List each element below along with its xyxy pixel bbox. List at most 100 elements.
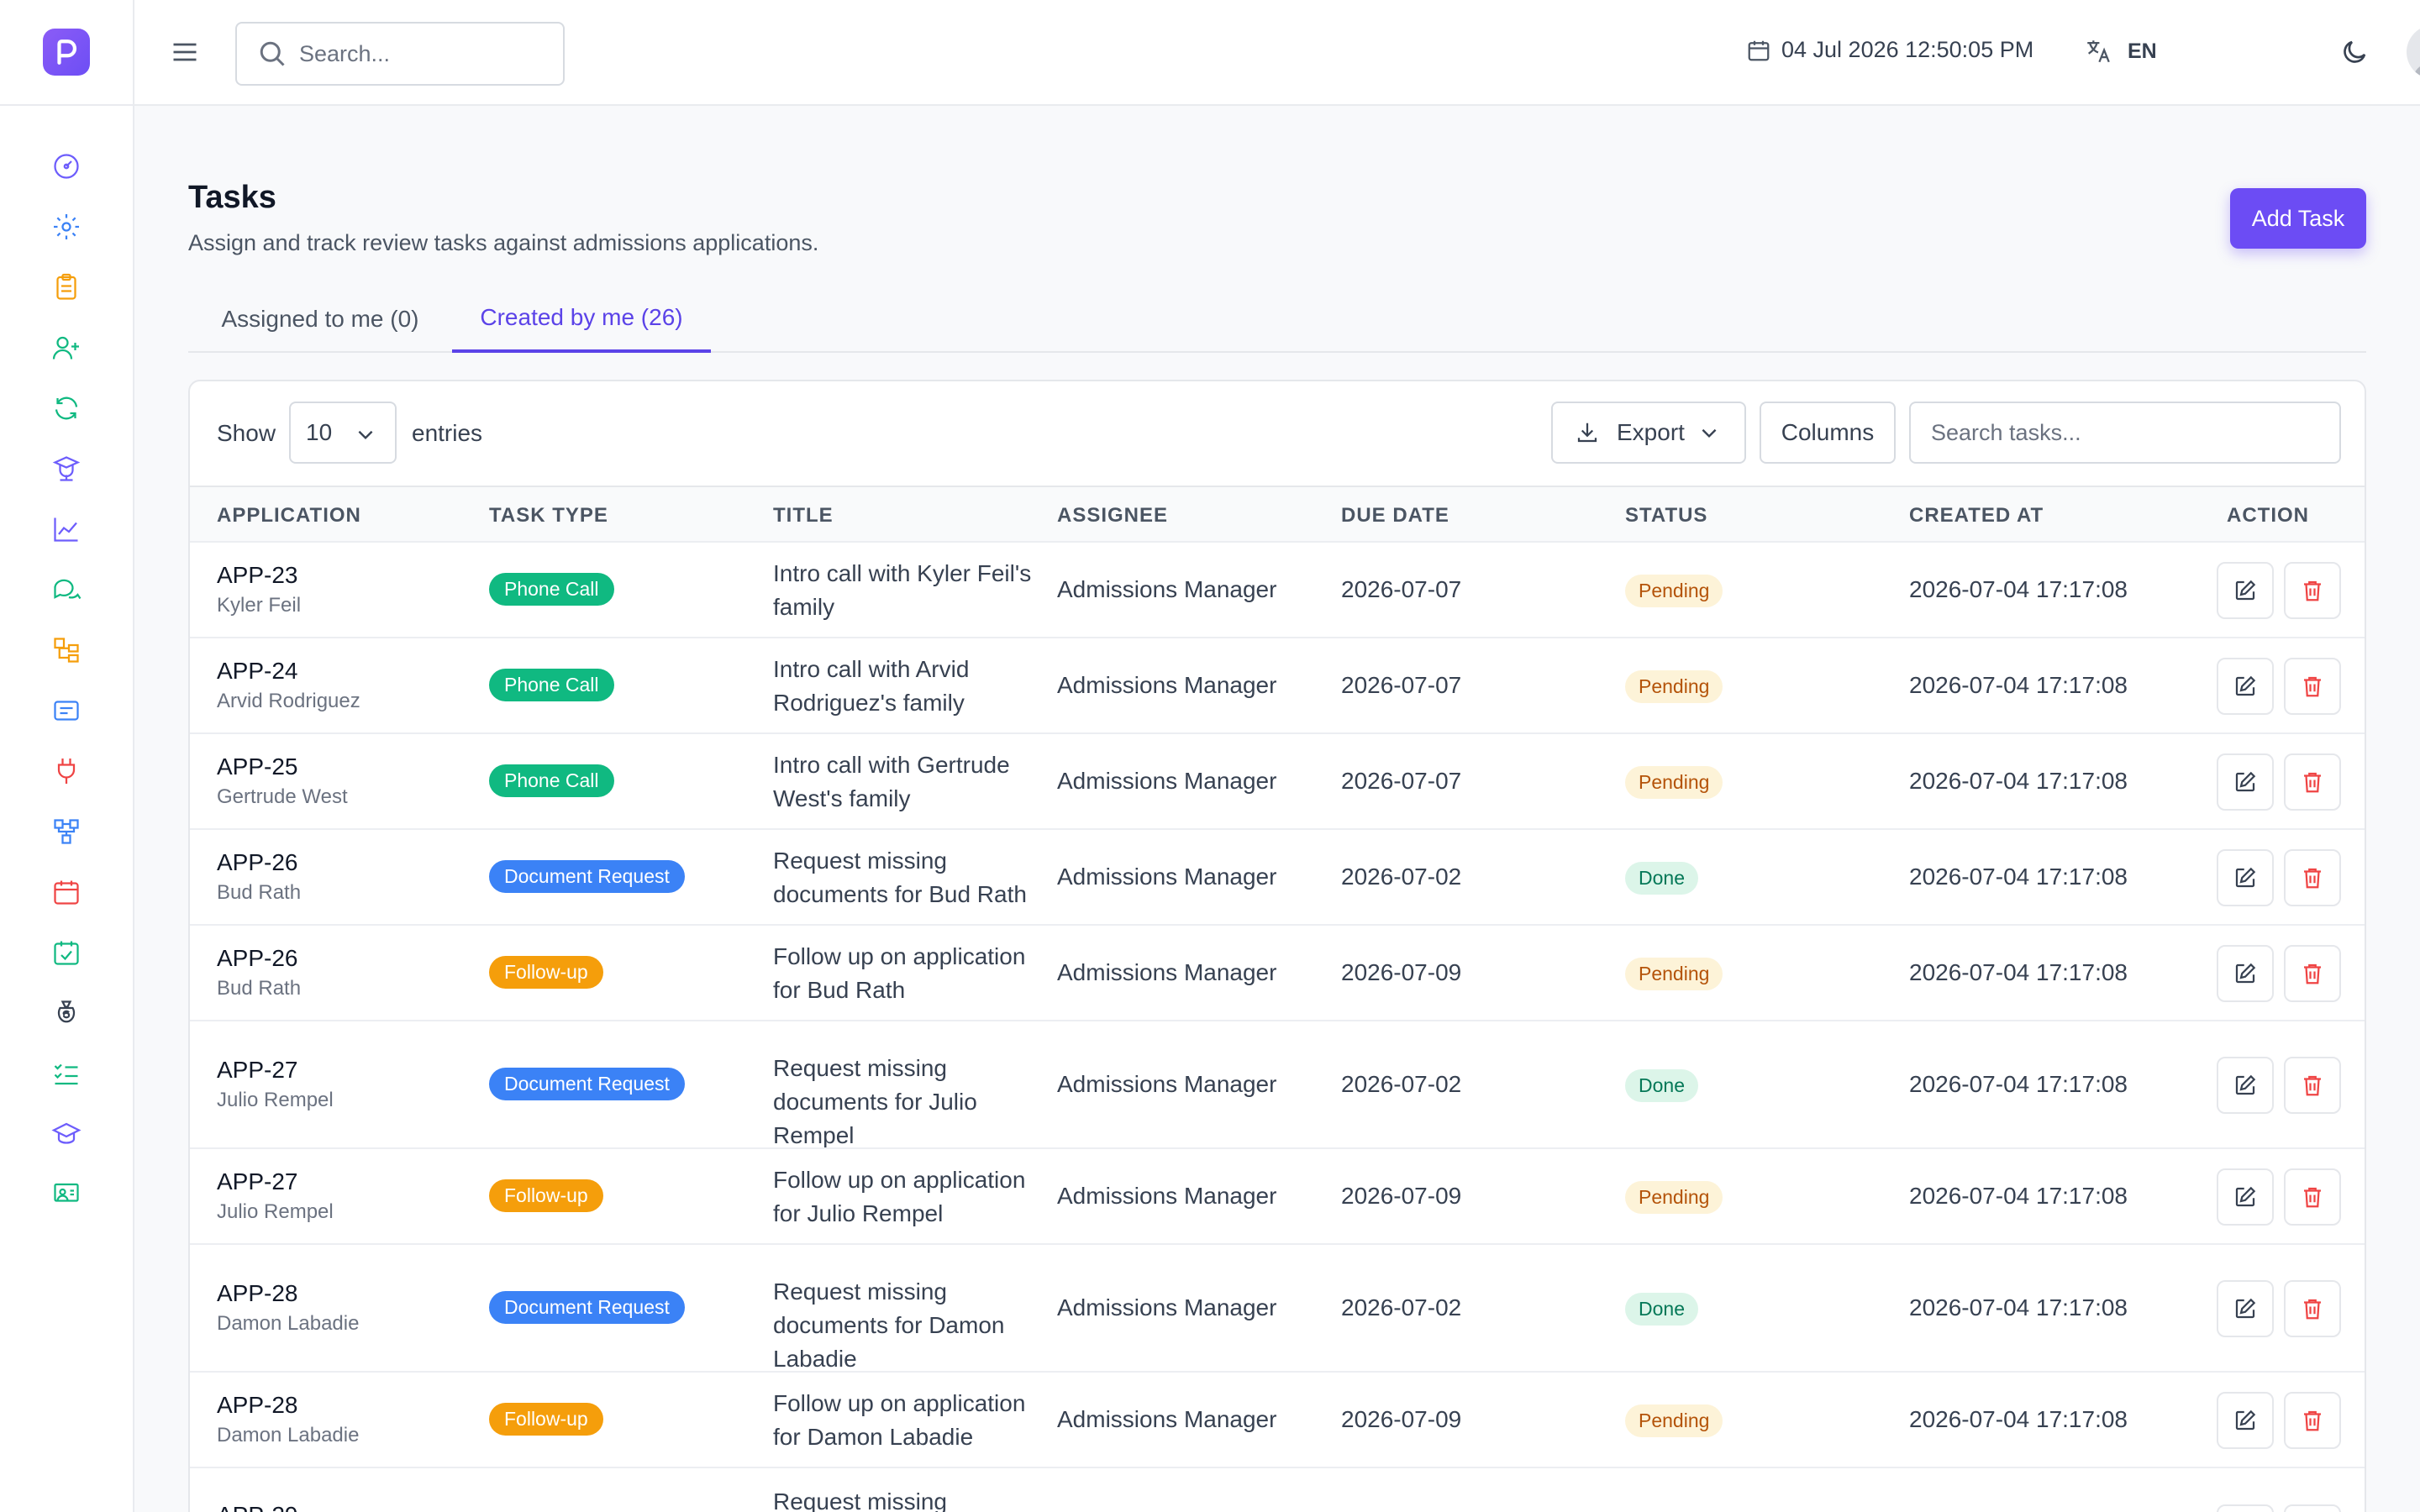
global-search-input[interactable] — [299, 40, 551, 67]
delete-task-button[interactable] — [2284, 753, 2341, 811]
sidebar-item-dashboard[interactable] — [0, 136, 133, 197]
assignee: Admissions Manager — [1057, 672, 1277, 698]
application-id[interactable]: APP-26 — [217, 945, 301, 972]
edit-task-button[interactable] — [2217, 1280, 2274, 1337]
refresh-icon — [55, 396, 78, 420]
delete-task-button[interactable] — [2284, 945, 2341, 1002]
created-at: 2026-07-04 17:17:08 — [1909, 1406, 2128, 1432]
sidebar-item-reports[interactable] — [0, 499, 133, 559]
sidebar-item-integrations[interactable] — [0, 741, 133, 801]
applicant-name: Bud Rath — [217, 977, 302, 1000]
edit-task-button[interactable] — [2217, 562, 2274, 619]
status-cell: Pending — [1625, 575, 1723, 607]
sidebar-item-tasks[interactable] — [0, 257, 133, 318]
due-date: 2026-07-02 — [1341, 1294, 1462, 1320]
sidebar-item-sync[interactable] — [0, 378, 133, 438]
application-id[interactable]: APP-24 — [217, 658, 360, 685]
delete-task-button[interactable] — [2284, 1504, 2341, 1512]
table-row: APP-29 Document Request Request missing — [190, 1467, 2365, 1512]
task-title: Request missing documents for Damon Laba… — [773, 1278, 1005, 1372]
col-status[interactable]: STATUS — [1625, 504, 1707, 528]
applicant-name: Bud Rath — [217, 881, 302, 904]
app-logo[interactable] — [43, 29, 90, 76]
sidebar-item-academics[interactable] — [0, 1104, 133, 1164]
assignee: Admissions Manager — [1057, 768, 1277, 794]
table-row: APP-27 Julio Rempel Document Request Req… — [190, 1020, 2365, 1148]
delete-task-button[interactable] — [2284, 562, 2341, 619]
edit-task-button[interactable] — [2217, 1168, 2274, 1226]
delete-task-button[interactable] — [2284, 658, 2341, 715]
sidebar-item-finance[interactable] — [0, 983, 133, 1043]
hierarchy-icon — [54, 638, 79, 663]
graduation-cap-icon — [51, 1122, 82, 1144]
logo-area — [0, 0, 133, 106]
columns-button[interactable]: Columns — [1760, 402, 1896, 464]
export-label: Export — [1617, 419, 1685, 445]
add-task-button[interactable]: Add Task — [2230, 188, 2366, 249]
application-id[interactable]: APP-29 — [217, 1502, 298, 1512]
table-search-input[interactable] — [1909, 402, 2341, 464]
application-id[interactable]: APP-27 — [217, 1168, 334, 1195]
edit-task-button[interactable] — [2217, 945, 2274, 1002]
task-type-cell: Document Request — [489, 1068, 685, 1100]
delete-task-button[interactable] — [2284, 1168, 2341, 1226]
sidebar-item-students[interactable] — [0, 438, 133, 499]
edit-task-button[interactable] — [2217, 658, 2274, 715]
application-id[interactable]: APP-28 — [217, 1392, 359, 1419]
application-id[interactable]: APP-25 — [217, 753, 348, 780]
sidebar-item-hierarchy[interactable] — [0, 620, 133, 680]
status-cell: Done — [1625, 1069, 1698, 1102]
tab-assigned-to-me[interactable]: Assigned to me (0) — [188, 286, 452, 353]
delete-task-button[interactable] — [2284, 1057, 2341, 1114]
sidebar-item-add-user[interactable] — [0, 318, 133, 378]
edit-task-button[interactable] — [2217, 849, 2274, 906]
sidebar-item-workflow[interactable] — [0, 801, 133, 862]
task-title: Intro call with Gertrude West's family — [773, 752, 1010, 811]
edit-task-button[interactable] — [2217, 753, 2274, 811]
download-icon — [1577, 423, 1597, 443]
col-created-at[interactable]: CREATED AT — [1909, 504, 2044, 528]
delete-task-button[interactable] — [2284, 849, 2341, 906]
edit-task-button[interactable] — [2217, 1392, 2274, 1449]
application-id[interactable]: APP-28 — [217, 1280, 359, 1307]
task-type-cell: Follow-up — [489, 1179, 603, 1212]
sidebar-item-lists[interactable] — [0, 680, 133, 741]
entries-select[interactable]: 10 — [289, 402, 397, 464]
delete-task-button[interactable] — [2284, 1280, 2341, 1337]
sidebar-item-messages[interactable] — [0, 559, 133, 620]
applicant-name: Damon Labadie — [217, 1312, 360, 1335]
task-type-badge: Follow-up — [489, 1403, 603, 1436]
user-avatar[interactable] — [2407, 25, 2420, 79]
sidebar-item-checklist[interactable] — [0, 1043, 133, 1104]
assignee: Admissions Manager — [1057, 864, 1277, 890]
application-id[interactable]: APP-23 — [217, 562, 301, 589]
sidebar-item-settings[interactable] — [0, 197, 133, 257]
application-id[interactable]: APP-27 — [217, 1057, 334, 1084]
edit-task-button[interactable] — [2217, 1057, 2274, 1114]
sidebar-item-presentations[interactable] — [0, 1164, 133, 1225]
edit-task-button[interactable] — [2217, 1504, 2274, 1512]
status-badge: Pending — [1625, 958, 1723, 990]
dark-mode-moon-icon[interactable] — [2339, 37, 2370, 67]
task-type-badge: Document Request — [489, 1291, 685, 1324]
edit-icon — [2235, 1298, 2256, 1319]
calendar-icon — [54, 880, 79, 905]
trash-icon — [2304, 963, 2321, 984]
page-subtitle: Assign and track review tasks against ad… — [188, 230, 819, 255]
application-id[interactable]: APP-26 — [217, 849, 301, 876]
col-assignee[interactable]: ASSIGNEE — [1057, 504, 1168, 528]
hamburger-menu-icon[interactable] — [170, 37, 200, 67]
col-task-type[interactable]: TASK TYPE — [489, 504, 608, 528]
edit-icon — [2235, 1074, 2256, 1095]
sidebar-item-calendar[interactable] — [0, 862, 133, 922]
global-search[interactable] — [235, 22, 565, 86]
delete-task-button[interactable] — [2284, 1392, 2341, 1449]
edit-icon — [2235, 1410, 2256, 1431]
sidebar-item-schedule[interactable] — [0, 922, 133, 983]
col-application[interactable]: APPLICATION — [217, 504, 361, 528]
export-button[interactable]: Export — [1551, 402, 1746, 464]
tab-created-by-me[interactable]: Created by me (26) — [452, 286, 711, 353]
col-title[interactable]: TITLE — [773, 504, 834, 528]
language-switcher[interactable]: EN — [2084, 37, 2157, 66]
col-due-date[interactable]: DUE DATE — [1341, 504, 1449, 528]
